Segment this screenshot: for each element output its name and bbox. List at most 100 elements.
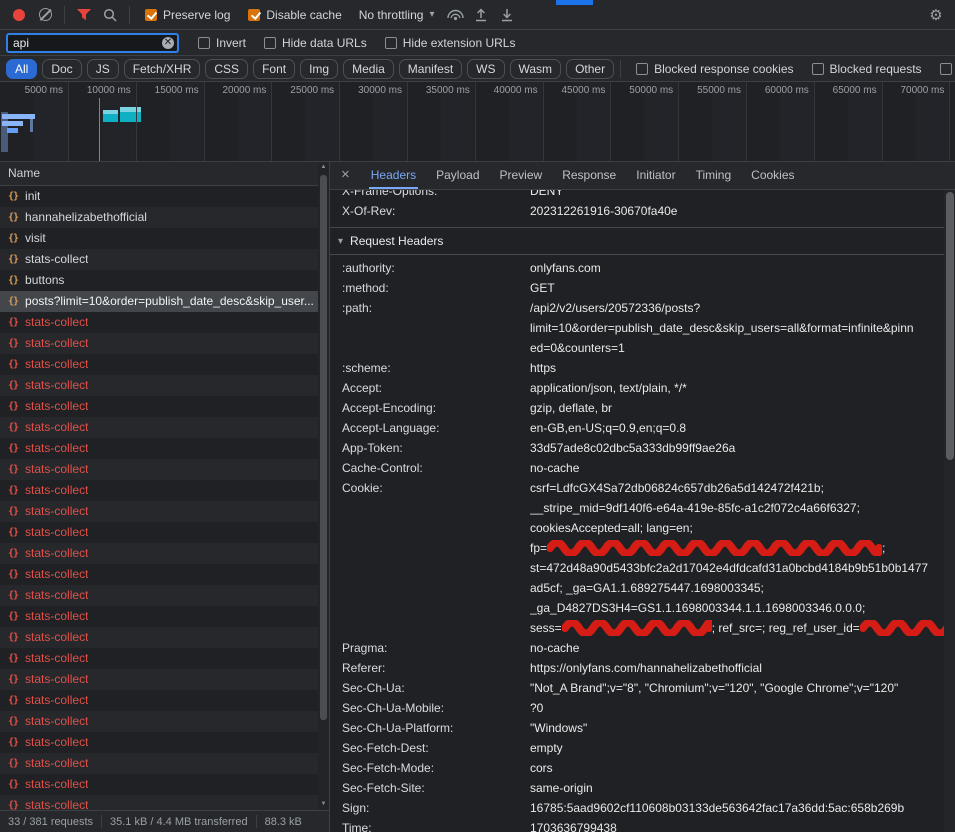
request-name: stats-collect: [25, 711, 88, 732]
preserve-log-checkbox[interactable]: Preserve log: [145, 8, 230, 22]
clear-network-log-button[interactable]: [32, 3, 58, 27]
request-row[interactable]: {}stats-collect: [0, 438, 329, 459]
request-row[interactable]: {}stats-collect: [0, 333, 329, 354]
request-row[interactable]: {}stats-collect: [0, 585, 329, 606]
header-row: Sec-Ch-Ua-Platform:"Windows": [330, 718, 944, 738]
blocked-response-cookies-checkbox[interactable]: Blocked response cookies: [636, 62, 793, 76]
header-value-line: en-GB,en-US;q=0.9,en;q=0.8: [530, 418, 944, 438]
hide-extension-urls-checkbox[interactable]: Hide extension URLs: [385, 36, 516, 50]
request-row[interactable]: {}stats-collect: [0, 312, 329, 333]
filter-button[interactable]: [71, 3, 97, 27]
type-filter-other[interactable]: Other: [566, 59, 614, 79]
tab-timing[interactable]: Timing: [686, 162, 742, 189]
tab-preview[interactable]: Preview: [490, 162, 553, 189]
request-headers-section[interactable]: ▾Request Headers: [330, 228, 944, 255]
download-icon: [500, 8, 514, 22]
import-har-button[interactable]: [468, 3, 494, 27]
clear-filter-icon[interactable]: ✕: [162, 37, 174, 49]
close-details-button[interactable]: ×: [330, 162, 361, 189]
type-filter-doc[interactable]: Doc: [42, 59, 81, 79]
request-row[interactable]: {}stats-collect: [0, 354, 329, 375]
header-value: 1703636799438: [530, 818, 944, 832]
overview-strip[interactable]: 5000 ms10000 ms15000 ms20000 ms25000 ms3…: [0, 82, 955, 162]
request-row[interactable]: {}stats-collect: [0, 522, 329, 543]
request-row[interactable]: {}stats-collect: [0, 669, 329, 690]
collapse-triangle-icon: ▾: [338, 236, 343, 247]
request-row[interactable]: {}stats-collect: [0, 753, 329, 774]
request-row[interactable]: {}stats-collect: [0, 774, 329, 795]
scroll-down-icon[interactable]: ▼: [321, 799, 327, 810]
details-scrollbar[interactable]: [944, 190, 955, 832]
scroll-up-icon[interactable]: ▲: [321, 162, 327, 173]
type-filter-manifest[interactable]: Manifest: [399, 59, 462, 79]
request-name: stats-collect: [25, 669, 88, 690]
request-row[interactable]: {}posts?limit=10&order=publish_date_desc…: [0, 291, 329, 312]
request-row[interactable]: {}stats-collect: [0, 564, 329, 585]
request-row[interactable]: {}stats-collect: [0, 711, 329, 732]
tab-response[interactable]: Response: [552, 162, 626, 189]
fetch-icon: {}: [8, 564, 18, 585]
tab-cookies[interactable]: Cookies: [741, 162, 804, 189]
request-row[interactable]: {}stats-collect: [0, 249, 329, 270]
fetch-icon: {}: [8, 627, 18, 648]
type-filter-ws[interactable]: WS: [467, 59, 504, 79]
toolbar-divider: [64, 6, 65, 24]
request-row[interactable]: {}stats-collect: [0, 732, 329, 753]
header-name: Sec-Fetch-Site:: [330, 778, 530, 798]
disable-cache-checkbox[interactable]: Disable cache: [248, 8, 341, 22]
type-filter-img[interactable]: Img: [300, 59, 338, 79]
type-filter-fetch-xhr[interactable]: Fetch/XHR: [124, 59, 201, 79]
header-row: :authority:onlyfans.com: [330, 258, 944, 278]
request-row[interactable]: {}init: [0, 186, 329, 207]
export-har-button[interactable]: [494, 3, 520, 27]
overview-gridline: [68, 82, 69, 161]
record-button[interactable]: [6, 3, 32, 27]
request-row[interactable]: {}stats-collect: [0, 459, 329, 480]
request-name: init: [25, 186, 40, 207]
throttling-select[interactable]: No throttling ▾: [359, 8, 435, 22]
name-column-header[interactable]: Name: [0, 162, 329, 186]
hide-data-urls-checkbox[interactable]: Hide data URLs: [264, 36, 367, 50]
gear-icon: ⚙: [929, 6, 942, 24]
search-button[interactable]: [97, 3, 123, 27]
request-row[interactable]: {}stats-collect: [0, 690, 329, 711]
header-name: Accept-Encoding:: [330, 398, 530, 418]
header-name: :scheme:: [330, 358, 530, 378]
type-filter-media[interactable]: Media: [343, 59, 394, 79]
request-row[interactable]: {}stats-collect: [0, 396, 329, 417]
network-conditions-button[interactable]: [442, 3, 468, 27]
type-filter-all[interactable]: All: [6, 59, 37, 79]
request-row[interactable]: {}visit: [0, 228, 329, 249]
request-row[interactable]: {}stats-collect: [0, 375, 329, 396]
scrollbar-thumb[interactable]: [946, 192, 954, 460]
request-row[interactable]: {}stats-collect: [0, 648, 329, 669]
request-row[interactable]: {}stats-collect: [0, 480, 329, 501]
request-row[interactable]: {}stats-collect: [0, 606, 329, 627]
invert-checkbox[interactable]: Invert: [198, 36, 246, 50]
overview-gridline: [814, 82, 815, 161]
network-filter-input[interactable]: [6, 33, 179, 53]
request-row[interactable]: {}stats-collect: [0, 501, 329, 522]
request-row[interactable]: {}stats-collect: [0, 795, 329, 810]
request-list-scrollbar[interactable]: ▲ ▼: [318, 162, 329, 810]
request-row[interactable]: {}hannahelizabethofficial: [0, 207, 329, 228]
type-filter-css[interactable]: CSS: [205, 59, 248, 79]
header-value-line: same-origin: [530, 778, 944, 798]
request-row[interactable]: {}stats-collect: [0, 543, 329, 564]
blocked-requests-checkbox[interactable]: Blocked requests: [812, 62, 922, 76]
request-row[interactable]: {}buttons: [0, 270, 329, 291]
type-filter-font[interactable]: Font: [253, 59, 295, 79]
header-value-line: GET: [530, 278, 944, 298]
tab-payload[interactable]: Payload: [426, 162, 489, 189]
tab-initiator[interactable]: Initiator: [626, 162, 685, 189]
upload-icon: [474, 8, 488, 22]
third-party-requests-checkbox[interactable]: 3rd-party requests: [940, 62, 955, 76]
tab-headers[interactable]: Headers: [361, 162, 426, 189]
scrollbar-thumb[interactable]: [320, 175, 327, 720]
type-filter-js[interactable]: JS: [87, 59, 119, 79]
type-filter-wasm[interactable]: Wasm: [510, 59, 562, 79]
request-row[interactable]: {}stats-collect: [0, 627, 329, 648]
request-row[interactable]: {}stats-collect: [0, 417, 329, 438]
header-value-line: ed=0&counters=1: [530, 338, 944, 358]
settings-gear-button[interactable]: ⚙: [923, 3, 949, 27]
